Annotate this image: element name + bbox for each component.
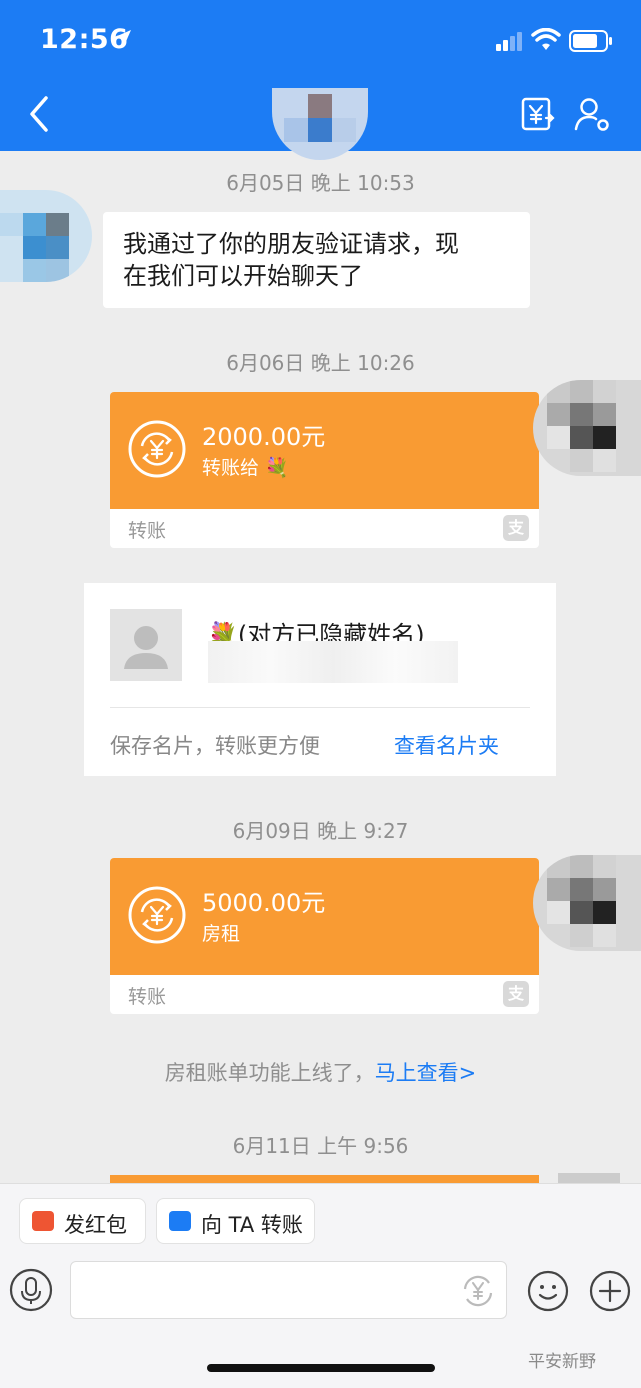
message-input[interactable] (70, 1261, 507, 1319)
home-indicator[interactable] (207, 1364, 435, 1372)
transfer-yuan-icon[interactable] (459, 1272, 497, 1310)
transfer-to-ta-button[interactable]: 向 TA 转账 (156, 1198, 315, 1244)
chat-header: 12:56 (0, 0, 641, 160)
alipay-icon: 支 (503, 515, 529, 541)
blurred-account (208, 641, 458, 683)
view-card-folder-link[interactable]: 查看名片夹 (394, 730, 499, 760)
save-card-hint: 保存名片，转账更方便 (110, 734, 320, 758)
transfer-note-row: 转账给 💐 (202, 453, 289, 480)
user-avatar[interactable] (533, 380, 641, 476)
message-bubble[interactable]: 我通过了你的朋友验证请求，现 在我们可以开始聊天了 (103, 212, 530, 308)
red-packet-label: 发红包 (64, 1213, 127, 1237)
location-arrow-icon (115, 30, 131, 46)
transfer-card[interactable]: 2000.00元 转账给 💐 转账 支 (110, 392, 539, 548)
wifi-icon (531, 28, 561, 50)
timestamp: 6月09日 晚上 9:27 (232, 819, 409, 843)
transfer-coin-icon (128, 420, 186, 478)
red-packet-icon (32, 1211, 54, 1231)
battery-icon (569, 30, 612, 52)
back-button[interactable] (22, 94, 56, 134)
transfer-amount: 5000.00元 (202, 889, 326, 917)
transfer-footer: 转账 (128, 986, 167, 1008)
timestamp: 6月11日 上午 9:56 (232, 1134, 409, 1158)
bill-icon[interactable] (520, 96, 556, 132)
input-panel: 发红包 向 TA 转账 平安新野 (0, 1183, 641, 1388)
red-packet-button[interactable]: 发红包 (19, 1198, 146, 1244)
timestamp: 6月05日 晚上 10:53 (226, 171, 415, 195)
transfer-footer: 转账 (128, 520, 167, 542)
transfer-card[interactable]: 5000.00元 房租 转账 支 (110, 858, 539, 1014)
transfer-icon (169, 1211, 191, 1231)
system-notice-text: 房租账单功能上线了， (164, 1061, 375, 1085)
transfer-card-partial[interactable] (110, 1175, 539, 1183)
transfer-note: 房租 (202, 923, 241, 945)
user-avatar-partial (558, 1173, 620, 1183)
watermark-text: 平安新野 (528, 1352, 596, 1372)
message-text-line: 在我们可以开始聊天了 (123, 262, 363, 290)
cellular-signal-icon (496, 32, 522, 51)
more-options-button[interactable] (589, 1270, 631, 1312)
user-avatar[interactable] (533, 855, 641, 951)
contact-avatar[interactable] (272, 88, 368, 160)
transfer-note: 转账给 (202, 457, 260, 479)
contact-namecard[interactable]: 💐(对方已隐藏姓名) 保存名片，转账更方便 查看名片夹 (84, 583, 556, 776)
transfer-to-ta-label: 向 TA 转账 (201, 1213, 303, 1237)
transfer-amount: 2000.00元 (202, 423, 326, 451)
profile-settings-icon[interactable] (573, 96, 611, 132)
transfer-coin-icon (128, 886, 186, 944)
contact-avatar-small[interactable] (0, 190, 92, 282)
voice-input-button[interactable] (9, 1268, 53, 1312)
message-text-line: 我通过了你的朋友验证请求，现 (123, 230, 459, 258)
flower-emoji-icon: 💐 (265, 457, 289, 479)
default-avatar-icon (110, 609, 182, 681)
divider (110, 707, 530, 708)
timestamp: 6月06日 晚上 10:26 (226, 351, 415, 375)
system-notice: 房租账单功能上线了，马上查看> (0, 1057, 641, 1087)
alipay-icon: 支 (503, 981, 529, 1007)
emoji-button[interactable] (527, 1270, 569, 1312)
view-now-link[interactable]: 马上查看> (375, 1061, 477, 1085)
